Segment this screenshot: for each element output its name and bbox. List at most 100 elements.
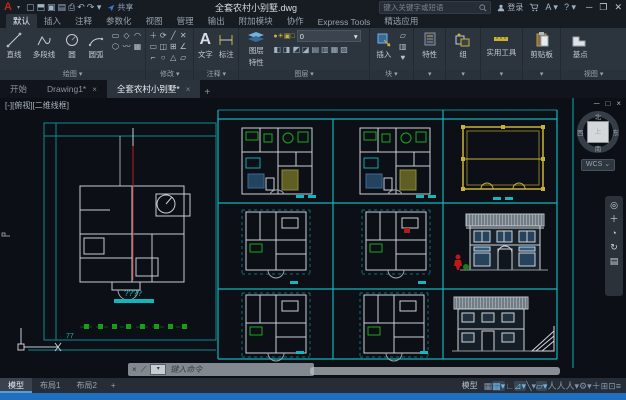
clipboard-button[interactable]: 剪贴板 — [525, 30, 558, 60]
app-store-cart-icon[interactable] — [529, 3, 539, 12]
quick-access-icon[interactable]: ▤ — [58, 2, 67, 12]
layer-tool-icon[interactable]: ◪ — [302, 45, 310, 54]
quick-access-icon[interactable]: ⬒ — [36, 2, 45, 12]
quick-access-icon[interactable]: ↶ — [77, 2, 85, 12]
panel-label-draw[interactable]: 绘图 ▾ — [0, 70, 145, 80]
modify-icon[interactable]: ∠ — [178, 41, 188, 52]
file-tab-close-icon[interactable]: × — [92, 85, 97, 94]
floor-plan-3f-right[interactable] — [360, 293, 428, 361]
nav-tool-icon[interactable]: ◎ — [610, 200, 618, 210]
compass-south-label[interactable]: 南 — [595, 143, 602, 153]
status-toggle-icon[interactable]: ＋ — [592, 381, 601, 391]
panel-label-block[interactable]: 块 ▾ — [370, 70, 413, 80]
nav-tool-icon[interactable]: ＋ — [609, 214, 618, 224]
file-tab-close-icon[interactable]: × — [186, 85, 191, 94]
ribbon-tab[interactable]: 附加模块 — [232, 14, 280, 28]
modify-icon[interactable]: ▭ — [148, 41, 158, 52]
ribbon-tab[interactable]: 注释 — [68, 14, 99, 28]
quick-access-icon[interactable]: ⎙ — [68, 2, 75, 12]
sign-in-button[interactable]: 登录 — [497, 2, 523, 13]
status-toggle-icon[interactable]: ⊿▾ — [514, 381, 526, 391]
status-toggle-icon[interactable]: 人 — [556, 381, 565, 391]
status-toggle-icon[interactable]: ⊡ — [608, 381, 616, 391]
panel-label-clipboard[interactable]: ▾ — [523, 70, 560, 80]
polyline-button[interactable]: 多段线 — [28, 30, 60, 60]
basepoint-button[interactable]: 基点 — [563, 30, 597, 60]
layout-tab[interactable]: 布局2 — [68, 378, 104, 393]
layer-tool-icon[interactable]: ▥ — [321, 45, 329, 54]
panel-label-utilities[interactable]: ▾ — [481, 70, 522, 80]
model-space-indicator[interactable]: 模型 — [462, 380, 478, 391]
autodesk-app-button[interactable]: A ▾ — [545, 2, 558, 13]
file-tab-current[interactable]: 全套农村小别墅* × — [107, 80, 200, 98]
layer-dropdown[interactable]: 0 ▾ — [297, 30, 361, 42]
ribbon-tab[interactable]: 插入 — [37, 14, 68, 28]
ribbon-tab[interactable]: Express Tools — [311, 16, 378, 28]
command-close-icon[interactable]: × — [132, 365, 137, 374]
horizontal-scrollbar[interactable] — [310, 367, 560, 375]
ribbon-tab[interactable]: 参数化 — [99, 14, 139, 28]
status-toggle-icon[interactable]: ▱▾ — [536, 381, 547, 391]
layer-tool-icon[interactable]: ▧ — [340, 45, 348, 54]
modify-icon[interactable]: ✕ — [178, 30, 188, 41]
add-layout-button[interactable]: + — [105, 381, 122, 390]
panel-label-annotate[interactable]: 注释 ▾ — [194, 70, 238, 80]
compass-east-label[interactable]: 东 — [613, 127, 620, 137]
status-toggle-icon[interactable]: ▦ — [484, 381, 493, 391]
search-icon[interactable] — [479, 4, 487, 12]
layer-properties-button[interactable]: 图层 特性 — [241, 30, 271, 68]
command-recent-dropdown[interactable]: ▾ — [150, 364, 166, 375]
file-tab-drawing1[interactable]: Drawing1* × — [37, 80, 107, 98]
draw-mini-icon[interactable]: ◇ — [121, 30, 132, 41]
panel-label-modify[interactable]: 修改 ▾ — [146, 70, 193, 80]
ribbon-tab[interactable]: 精选应用 — [377, 14, 425, 28]
viewcube-compass-ring[interactable]: 北 东 南 西 上 — [577, 111, 619, 153]
panel-label-view[interactable]: 视图 ▾ — [561, 70, 626, 80]
minimize-button[interactable]: ─ — [586, 2, 592, 13]
navigation-bar[interactable]: ◎＋◔↻▤ — [605, 196, 623, 296]
status-toggle-icon[interactable]: ≡ — [616, 381, 621, 391]
layer-state-icon[interactable]: □ — [290, 33, 294, 40]
doc-close-button[interactable]: × — [616, 99, 621, 108]
layer-tool-icon[interactable]: ◧ — [273, 45, 281, 54]
dimension-button[interactable]: 标注 — [216, 30, 236, 60]
modify-icon[interactable]: ＋ — [148, 30, 158, 41]
floor-plan-1f-right[interactable] — [360, 128, 430, 194]
modify-icon[interactable]: ⟳ — [158, 30, 168, 41]
restore-button[interactable]: ❐ — [599, 2, 607, 13]
modify-icon[interactable]: △ — [168, 52, 178, 63]
properties-button[interactable]: 特性 — [416, 30, 443, 60]
layout-tab[interactable]: 模型 — [0, 378, 32, 393]
model-space-drawing[interactable]: ???? 77 — [0, 98, 626, 378]
circle-button[interactable]: 圆 — [62, 30, 82, 60]
status-toggle-icon[interactable]: ▦▾ — [492, 381, 505, 391]
floor-plan-3f-left[interactable] — [242, 293, 310, 361]
app-menu-arrow-icon[interactable]: ▾ — [17, 4, 20, 11]
floor-plan-2f-right[interactable] — [362, 210, 430, 278]
new-tab-button[interactable]: + — [204, 87, 210, 98]
doc-restore-button[interactable]: □ — [605, 99, 610, 108]
command-tool-icon[interactable]: ⟋ — [141, 365, 147, 375]
quick-access-icon[interactable]: ▣ — [47, 2, 56, 12]
viewport-controls[interactable]: [-][俯视][二维线框] — [5, 100, 69, 111]
site-plan-drawing[interactable]: ???? 77 — [28, 123, 216, 350]
modify-icon[interactable]: ▱ — [178, 52, 188, 63]
viewcube-top-face[interactable]: 上 — [587, 121, 609, 143]
app-logo-icon[interactable]: A — [4, 2, 12, 13]
draw-mini-icon[interactable]: ▭ — [110, 30, 121, 41]
file-tab-start[interactable]: 开始 — [0, 80, 37, 98]
panel-label-layers[interactable]: 图层 ▾ — [239, 70, 369, 80]
elevation-front-drawing[interactable] — [454, 214, 548, 270]
status-toggle-icon[interactable]: ⚙▾ — [579, 381, 592, 391]
arc-button[interactable]: 圆弧 — [84, 30, 108, 60]
draw-mini-icon[interactable]: ⬡ — [110, 41, 121, 52]
layer-tool-icon[interactable]: ◨ — [283, 45, 291, 54]
ribbon-tab[interactable]: 默认 — [6, 14, 37, 28]
status-toggle-icon[interactable]: 人▾ — [566, 381, 580, 391]
layer-tool-icon[interactable]: ▦ — [331, 45, 339, 54]
block-mini-icon[interactable]: ▥ — [398, 41, 408, 52]
draw-mini-icon[interactable]: ◠ — [132, 30, 143, 41]
nav-tool-icon[interactable]: ◔ — [611, 228, 616, 238]
block-mini-icon[interactable]: ♥ — [398, 52, 408, 63]
layout-tab[interactable]: 布局1 — [32, 378, 68, 393]
